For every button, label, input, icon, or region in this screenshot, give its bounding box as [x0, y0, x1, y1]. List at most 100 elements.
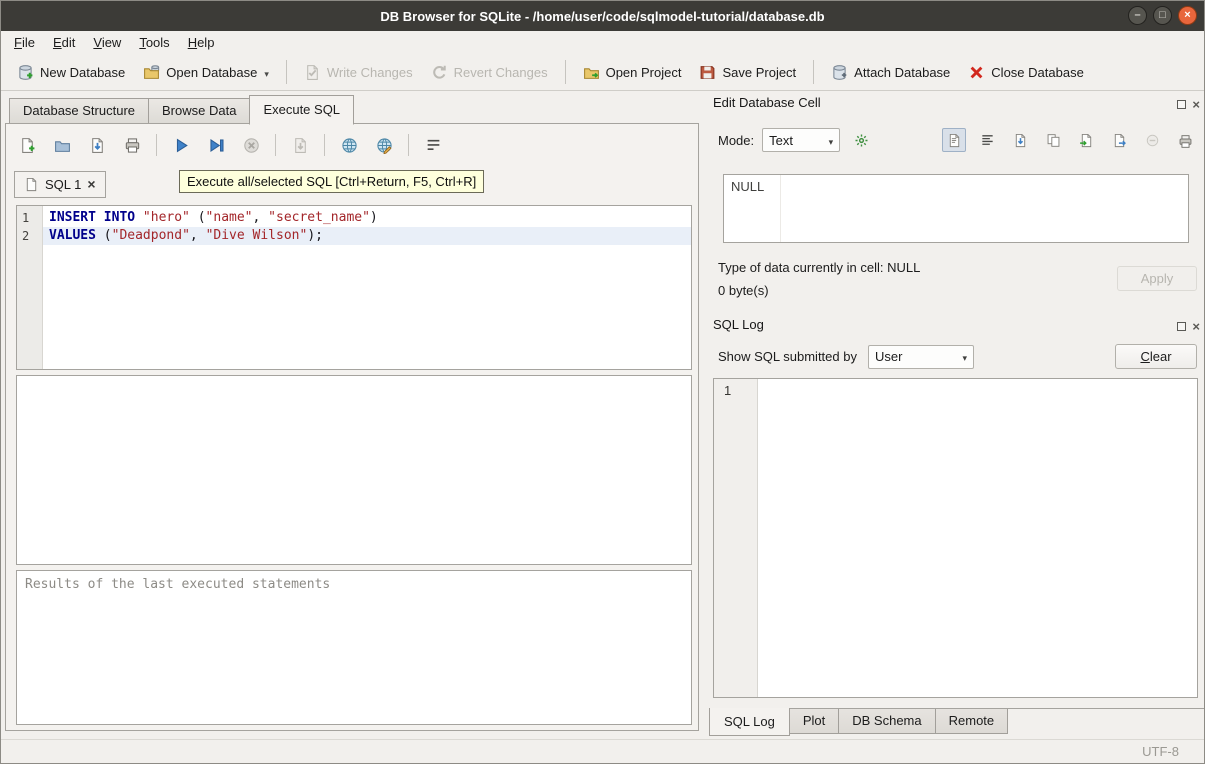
stop-button: [236, 131, 266, 159]
execute-line-button[interactable]: [201, 131, 231, 159]
close-database-button[interactable]: Close Database: [960, 59, 1092, 86]
tooltip: Execute all/selected SQL [Ctrl+Return, F…: [179, 170, 484, 193]
close-panel-icon[interactable]: [1192, 97, 1200, 112]
tab-database-structure[interactable]: Database Structure: [9, 98, 149, 124]
sql-token: (: [190, 210, 206, 225]
close-button[interactable]: ×: [1178, 6, 1197, 25]
close-panel-icon[interactable]: [1192, 319, 1200, 334]
new-tab-button[interactable]: [12, 131, 42, 159]
find-button[interactable]: [334, 131, 364, 159]
new-database-button[interactable]: New Database: [9, 59, 133, 86]
sql-log-view[interactable]: 1: [713, 378, 1198, 698]
sql-token: VALUES: [49, 228, 96, 243]
cell-editor[interactable]: NULL: [723, 174, 1189, 243]
mode-select[interactable]: Text: [762, 128, 840, 152]
cell-type-text: Type of data currently in cell: NULL: [718, 260, 920, 275]
settings-button[interactable]: [848, 128, 874, 152]
edit-cell-dock-buttons: [1177, 97, 1200, 112]
sql-token: [135, 210, 143, 225]
write-changes-button: Write Changes: [296, 59, 421, 86]
filter-label: Show SQL submitted by: [718, 349, 857, 364]
maximize-button[interactable]: □: [1153, 6, 1172, 25]
filter-value: User: [875, 349, 902, 364]
copy-button[interactable]: [1041, 128, 1065, 152]
submitted-by-select[interactable]: User: [868, 345, 974, 369]
word-wrap-icon: [425, 137, 442, 154]
export-button[interactable]: [1107, 128, 1131, 152]
app-window: DB Browser for SQLite - /home/user/code/…: [0, 0, 1205, 764]
sql-log-dock-buttons: [1177, 319, 1200, 334]
align-button[interactable]: [975, 128, 999, 152]
execute-all-button[interactable]: [166, 131, 196, 159]
tab-plot[interactable]: Plot: [789, 709, 839, 734]
sql-token: "hero": [143, 210, 190, 225]
print-button[interactable]: [117, 131, 147, 159]
format-button[interactable]: [369, 131, 399, 159]
editor-content[interactable]: INSERT INTO "hero" ("name", "secret_name…: [43, 206, 691, 369]
tab-sql-1[interactable]: SQL 1: [14, 171, 106, 198]
attach-database-icon: [831, 64, 848, 81]
save-sql-file-icon: [89, 137, 106, 154]
sql-token: INSERT INTO: [49, 210, 135, 225]
menu-view[interactable]: View: [84, 32, 130, 53]
encoding-label: UTF-8: [1142, 744, 1179, 759]
revert-changes-icon: [431, 64, 448, 81]
close-tab-icon[interactable]: [87, 177, 95, 192]
open-project-icon: [583, 64, 600, 81]
tab-browse-data[interactable]: Browse Data: [148, 98, 250, 124]
log-gutter: 1: [714, 379, 758, 697]
settings-icon: [854, 133, 869, 148]
print-icon: [124, 137, 141, 154]
copy-icon: [1046, 133, 1061, 148]
text-mode-icon: [947, 133, 962, 148]
save-project-button[interactable]: Save Project: [691, 59, 804, 86]
minimize-button[interactable]: –: [1128, 6, 1147, 25]
open-project-button[interactable]: Open Project: [575, 59, 690, 86]
line-number: 1: [17, 209, 42, 227]
toolbar-separator: [156, 134, 157, 156]
text-mode-button[interactable]: [942, 128, 966, 152]
sql-editor[interactable]: 12 INSERT INTO "hero" ("name", "secret_n…: [16, 205, 692, 370]
toolbar-separator: [324, 134, 325, 156]
left-pane: Database StructureBrowse DataExecute SQL…: [1, 91, 704, 741]
sql-token: ,: [190, 228, 206, 243]
float-panel-icon[interactable]: [1177, 322, 1186, 331]
word-wrap-button[interactable]: [418, 131, 448, 159]
line-number: 2: [17, 227, 42, 245]
main-toolbar: New DatabaseOpen DatabaseWrite ChangesRe…: [1, 54, 1204, 91]
tab-execute-sql[interactable]: Execute SQL: [249, 95, 354, 125]
edit-cell-title: Edit Database Cell: [713, 95, 821, 110]
attach-database-button[interactable]: Attach Database: [823, 59, 958, 86]
tab-sql-log[interactable]: SQL Log: [709, 708, 790, 736]
open-sql-file-button[interactable]: [47, 131, 77, 159]
print-button[interactable]: [1173, 128, 1197, 152]
save-as-button[interactable]: [1008, 128, 1032, 152]
menu-help[interactable]: Help: [179, 32, 224, 53]
tab-db-schema[interactable]: DB Schema: [838, 709, 935, 734]
save-sql-file-button[interactable]: [82, 131, 112, 159]
import-button[interactable]: [1074, 128, 1098, 152]
dropdown-arrow-icon[interactable]: [264, 65, 269, 81]
editor-line: VALUES ("Deadpond", "Dive Wilson");: [43, 227, 691, 245]
menu-tools[interactable]: Tools: [130, 32, 178, 53]
toolbar-button-label: Close Database: [991, 65, 1084, 80]
sql-log-title: SQL Log: [713, 317, 764, 332]
right-pane: Edit Database Cell Mode: Text NULL Type …: [705, 91, 1205, 741]
tab-remote[interactable]: Remote: [935, 709, 1009, 734]
float-panel-icon[interactable]: [1177, 100, 1186, 109]
open-database-icon: [143, 64, 160, 81]
sql-token: "Deadpond": [112, 228, 190, 243]
menubar: FileEditViewToolsHelp: [1, 31, 1204, 54]
clear-button[interactable]: Clear: [1115, 344, 1197, 369]
toolbar-separator: [813, 60, 814, 84]
menu-edit[interactable]: Edit: [44, 32, 84, 53]
results-grid[interactable]: [16, 375, 692, 565]
execution-log[interactable]: Results of the last executed statements: [16, 570, 692, 725]
save-results-icon: [292, 137, 309, 154]
sql-editor-toolbar: [12, 128, 448, 162]
menu-file[interactable]: File: [5, 32, 44, 53]
export-icon: [1112, 133, 1127, 148]
titlebar: DB Browser for SQLite - /home/user/code/…: [1, 1, 1204, 31]
open-database-button[interactable]: Open Database: [135, 59, 277, 86]
editor-line: INSERT INTO "hero" ("name", "secret_name…: [43, 209, 691, 227]
